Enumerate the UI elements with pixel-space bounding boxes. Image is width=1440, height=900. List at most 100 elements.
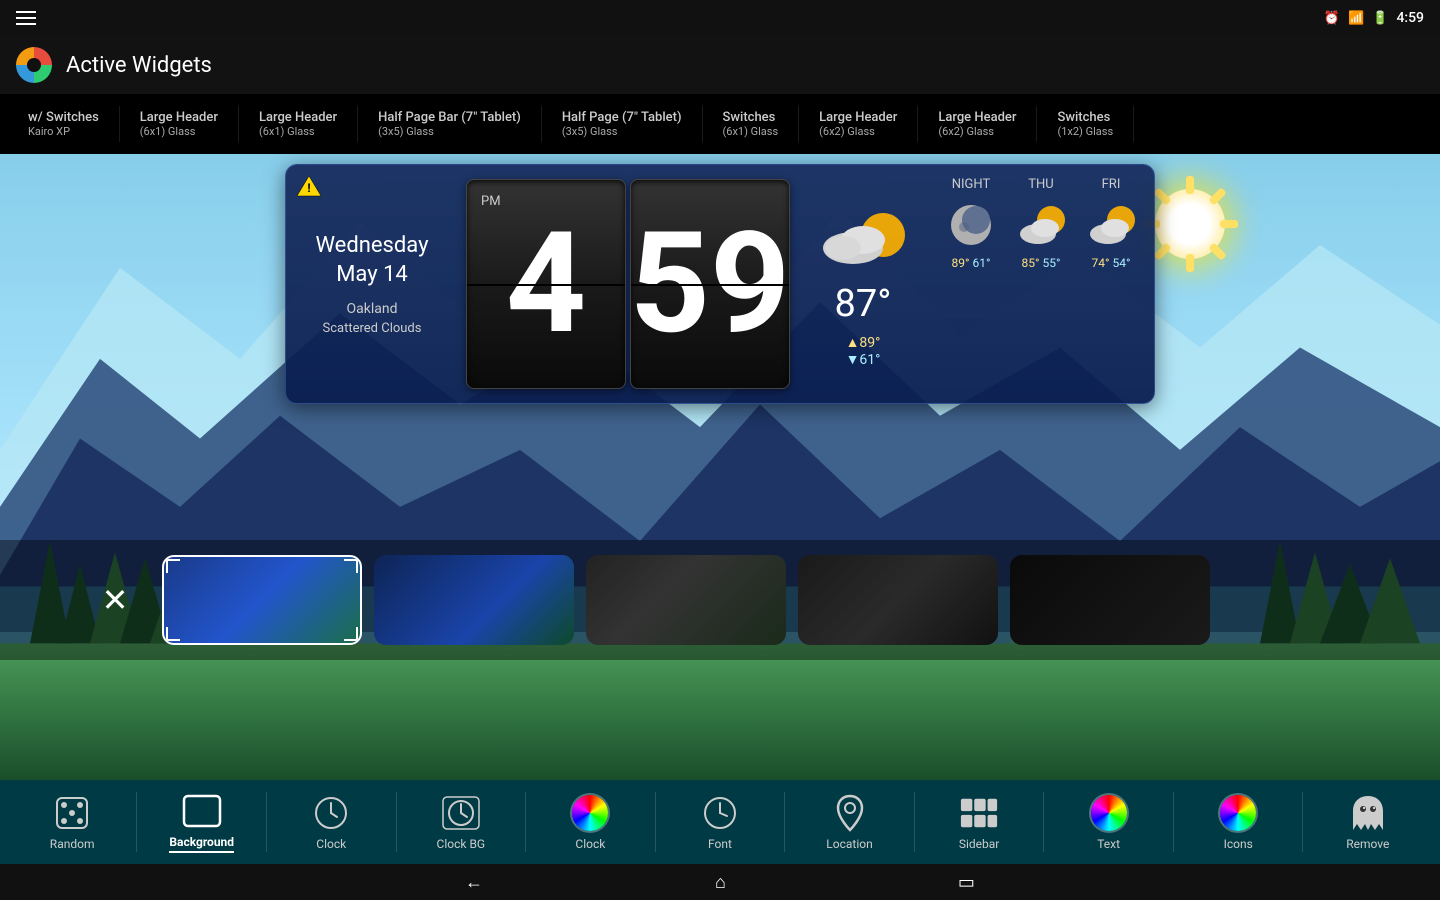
- forecast-temp-1: 85° 55°: [1006, 256, 1076, 270]
- status-bar: ⏰ 📶 🔋 4:59: [0, 0, 1440, 36]
- widget-tab-7[interactable]: Large Header (6x2) Glass: [918, 106, 1037, 142]
- forecast-label-1: THU: [1006, 177, 1076, 192]
- toolbar-label-background: Background: [169, 835, 234, 853]
- toolbar-item-sidebar[interactable]: Sidebar: [939, 793, 1019, 851]
- header-bar: Active Widgets: [0, 36, 1440, 94]
- dice-icon: [52, 793, 92, 833]
- weather-day: Wednesday: [304, 233, 440, 258]
- wifi-icon: 📶: [1348, 11, 1364, 26]
- current-weather-icon: [808, 200, 918, 270]
- divider-4: [655, 792, 656, 852]
- widget-clock: PM 4 59: [458, 165, 798, 403]
- nav-back-button[interactable]: ←: [449, 868, 499, 897]
- toolbar-label-clock: Clock: [316, 837, 346, 851]
- toolbar-label-random: Random: [50, 837, 95, 851]
- weather-date: May 14: [304, 262, 440, 287]
- toolbar-label-location: Location: [826, 837, 872, 851]
- nav-home-button[interactable]: ⌂: [699, 868, 742, 897]
- weather-condition: Scattered Clouds: [304, 321, 440, 336]
- toolbar-item-clock[interactable]: Clock: [291, 793, 371, 851]
- toolbar-label-text: Text: [1097, 837, 1120, 851]
- theme-item-2[interactable]: [586, 555, 786, 645]
- widget-tab-8[interactable]: Switches (1x2) Glass: [1037, 106, 1134, 142]
- ghost-icon: [1348, 793, 1388, 833]
- forecast-temp-0: 89° 61°: [936, 256, 1006, 270]
- clock-bg-icon: [441, 793, 481, 833]
- sun-rays: [1140, 174, 1240, 274]
- toolbar-item-icons[interactable]: Icons: [1198, 793, 1278, 851]
- bottom-toolbar: Random Background Clock: [0, 780, 1440, 864]
- widget-tab-2[interactable]: Large Header (6x1) Glass: [239, 106, 358, 142]
- toolbar-label-icons: Icons: [1224, 837, 1253, 851]
- alert-icon: !: [296, 175, 322, 197]
- forecast-icon-1: [1013, 200, 1069, 250]
- sidebar-grid-icon: [959, 793, 999, 833]
- forecast-temp-2: 74° 54°: [1076, 256, 1146, 270]
- weather-widget[interactable]: ! Wednesday May 14 Oakland Scattered Clo…: [285, 164, 1155, 404]
- toolbar-item-clock2[interactable]: Clock: [550, 793, 630, 851]
- forecast-header: NIGHT THU FRI: [936, 177, 1146, 192]
- widget-tab-4[interactable]: Half Page (7" Tablet) (3x5) Glass: [542, 106, 703, 142]
- forecast-label-2: FRI: [1076, 177, 1146, 192]
- widget-tab-3[interactable]: Half Page Bar (7" Tablet) (3x5) Glass: [358, 106, 542, 142]
- theme-close-button[interactable]: ✕: [80, 560, 150, 640]
- forecast-temps: 89° 61° 85° 55° 74° 54°: [936, 256, 1146, 270]
- toolbar-item-font[interactable]: Font: [680, 793, 760, 851]
- nav-recent-button[interactable]: ▭: [942, 868, 991, 897]
- theme-item-4[interactable]: [1010, 555, 1210, 645]
- divider-9: [1302, 792, 1303, 852]
- forecast-icons: [936, 200, 1146, 250]
- nav-bar: ← ⌂ ▭: [0, 864, 1440, 900]
- toolbar-item-remove[interactable]: Remove: [1328, 793, 1408, 851]
- location-icon: [830, 793, 870, 833]
- background-icon: [182, 791, 222, 831]
- divider-7: [1043, 792, 1044, 852]
- divider-8: [1173, 792, 1174, 852]
- forecast-icon-2: [1083, 200, 1139, 250]
- toolbar-item-background[interactable]: Background: [162, 791, 242, 853]
- icons-color-wheel-icon: [1218, 793, 1258, 833]
- toolbar-item-text[interactable]: Text: [1069, 793, 1149, 851]
- minute-display: 59: [630, 214, 791, 354]
- widget-tab-1[interactable]: Large Header (6x1) Glass: [120, 106, 239, 142]
- status-time: 4:59: [1396, 10, 1424, 26]
- svg-text:!: !: [307, 181, 310, 195]
- widget-forecast: NIGHT THU FRI: [928, 165, 1154, 403]
- theme-item-0[interactable]: [162, 555, 362, 645]
- text-color-wheel-icon: [1089, 793, 1129, 833]
- color-wheel-clock-icon: [570, 793, 610, 833]
- theme-selector: ✕: [0, 540, 1440, 660]
- forecast-label-0: NIGHT: [936, 177, 1006, 192]
- divider-1: [266, 792, 267, 852]
- widget-tab-0[interactable]: w/ Switches Kairo XP: [8, 106, 120, 142]
- toolbar-label-font: Font: [708, 837, 732, 851]
- divider-0: [136, 792, 137, 852]
- widget-left-panel: Wednesday May 14 Oakland Scattered Cloud…: [286, 165, 458, 403]
- theme-item-3[interactable]: [798, 555, 998, 645]
- toolbar-label-clock-bg: Clock BG: [437, 837, 486, 851]
- toolbar-label-sidebar: Sidebar: [959, 837, 1000, 851]
- widget-tab-6[interactable]: Large Header (6x2) Glass: [799, 106, 918, 142]
- app-title: Active Widgets: [66, 53, 212, 78]
- toolbar-label-remove: Remove: [1346, 837, 1389, 851]
- divider-3: [525, 792, 526, 852]
- status-right: ⏰ 📶 🔋 4:59: [1324, 10, 1424, 26]
- sun: [1140, 174, 1240, 274]
- battery-icon: 🔋: [1372, 11, 1388, 26]
- main-background: ! Wednesday May 14 Oakland Scattered Clo…: [0, 154, 1440, 780]
- app-logo: [16, 47, 52, 83]
- widget-tabs: w/ Switches Kairo XP Large Header (6x1) …: [0, 94, 1440, 154]
- widget-current-weather: 87° ▲89°▼61°: [798, 165, 928, 403]
- flip-card-hour: PM 4: [466, 179, 626, 389]
- toolbar-item-random[interactable]: Random: [32, 793, 112, 851]
- toolbar-item-location[interactable]: Location: [810, 793, 890, 851]
- weather-city: Oakland: [304, 301, 440, 317]
- flip-card-minute: 59: [630, 179, 790, 389]
- toolbar-item-clock-bg[interactable]: Clock BG: [421, 793, 501, 851]
- divider-2: [396, 792, 397, 852]
- theme-item-1[interactable]: [374, 555, 574, 645]
- hamburger-icon[interactable]: [16, 11, 36, 25]
- widget-tab-5[interactable]: Switches (6x1) Glass: [703, 106, 800, 142]
- toolbar-label-clock2: Clock: [575, 837, 605, 851]
- status-left: [16, 11, 36, 25]
